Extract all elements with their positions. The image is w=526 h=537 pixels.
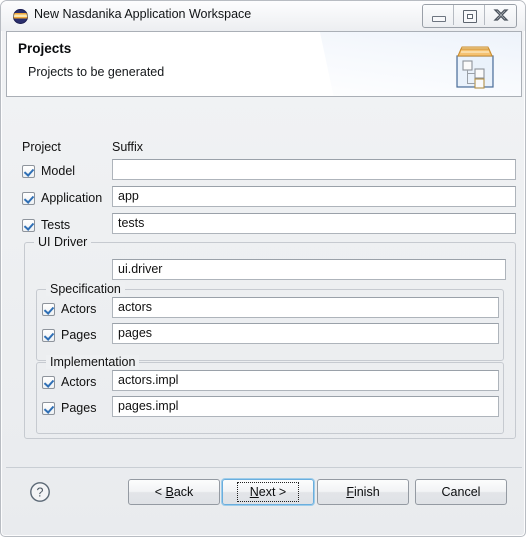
minimize-button[interactable] (423, 5, 454, 25)
row-spec-pages: Pages (42, 324, 96, 346)
minimize-icon (432, 16, 446, 22)
label-application: Application (41, 191, 103, 205)
spec-actors-input[interactable]: actors (112, 297, 499, 318)
label-model: Model (41, 164, 76, 178)
label-impl-actors: Actors (61, 375, 97, 389)
impl-pages-input[interactable]: pages.impl (112, 396, 499, 417)
label-tests: Tests (41, 218, 71, 232)
title-bar[interactable]: New Nasdanika Application Workspace (1, 1, 525, 31)
nasdanika-logo-icon (13, 9, 28, 24)
spec-pages-input[interactable]: pages (112, 323, 499, 344)
row-impl-actors: Actors (42, 371, 96, 393)
impl-actors-input[interactable]: actors.impl (112, 370, 499, 391)
page-subtitle: Projects to be generated (28, 65, 165, 79)
close-glyph-svg (492, 9, 509, 21)
row-application: Application (22, 187, 102, 209)
window-title: New Nasdanika Application Workspace (34, 7, 252, 21)
button-bar-separator (6, 467, 522, 468)
checkbox-spec-pages[interactable] (42, 328, 55, 342)
finish-button-label: Finish (346, 485, 380, 499)
label-impl-pages: Pages (61, 401, 97, 415)
projects-form: Project Suffix Model Application app Tes… (6, 97, 522, 467)
next-button-label: Next > (236, 482, 300, 502)
row-spec-actors: Actors (42, 298, 96, 320)
svg-text:?: ? (37, 486, 44, 500)
column-header-suffix: Suffix (112, 140, 144, 154)
checkbox-tests[interactable] (22, 218, 35, 232)
suffix-input-model[interactable] (112, 159, 516, 180)
back-button[interactable]: < Back (128, 479, 220, 505)
page-banner: Projects Projects to be generated (6, 31, 522, 97)
ui-driver-input[interactable]: ui.driver (112, 259, 506, 280)
dialog-window: New Nasdanika Application Workspace Proj… (0, 0, 526, 537)
checkbox-impl-actors[interactable] (42, 375, 55, 389)
close-button[interactable] (485, 5, 516, 25)
projects-folder-icon (449, 44, 501, 90)
row-impl-pages: Pages (42, 397, 96, 419)
back-button-label: < Back (154, 485, 194, 499)
row-tests: Tests (22, 214, 70, 236)
checkbox-model[interactable] (22, 164, 35, 178)
button-bar: ? < Back Next > Finish Cancel (6, 467, 522, 533)
finish-button[interactable]: Finish (317, 479, 409, 505)
suffix-input-application[interactable]: app (112, 186, 516, 207)
group-title-specification: Specification (46, 282, 125, 296)
label-spec-actors: Actors (61, 302, 97, 316)
suffix-input-tests[interactable]: tests (112, 213, 516, 234)
group-title-implementation: Implementation (46, 355, 140, 369)
cancel-button[interactable]: Cancel (415, 479, 507, 505)
window-controls (422, 4, 517, 28)
column-header-project: Project (22, 140, 61, 154)
row-model: Model (22, 160, 75, 182)
next-button[interactable]: Next > (222, 479, 314, 505)
group-title-ui-driver: UI Driver (34, 235, 92, 249)
dialog-content: Projects Projects to be generated Projec… (6, 31, 522, 533)
page-title: Projects (18, 41, 72, 56)
restore-button[interactable] (454, 5, 485, 25)
checkbox-impl-pages[interactable] (42, 401, 55, 415)
checkbox-application[interactable] (22, 191, 35, 205)
checkbox-spec-actors[interactable] (42, 302, 55, 316)
cancel-button-label: Cancel (441, 485, 481, 499)
help-icon[interactable]: ? (29, 481, 51, 503)
label-spec-pages: Pages (61, 328, 97, 342)
close-icon (485, 5, 516, 25)
restore-icon (463, 10, 477, 23)
